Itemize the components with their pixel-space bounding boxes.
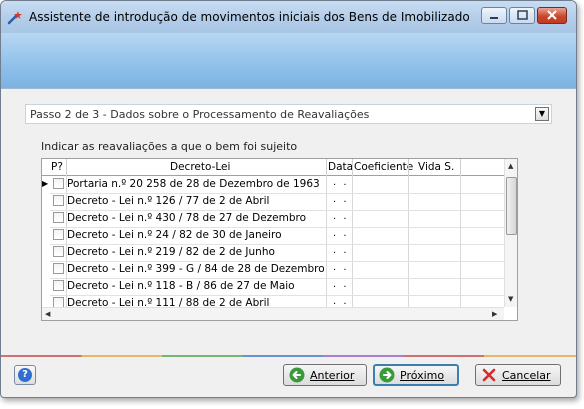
row-date[interactable]: . .	[333, 296, 349, 307]
wizard-window: Assistente de introdução de movimentos i…	[0, 0, 577, 398]
row-checkbox[interactable]	[53, 195, 64, 206]
row-date[interactable]: . .	[333, 211, 349, 222]
dropdown-arrow-icon[interactable]: ▼	[535, 107, 549, 121]
row-date[interactable]: . .	[333, 194, 349, 205]
window-title: Assistente de introdução de movimentos i…	[29, 10, 470, 24]
table-row[interactable]: Decreto - Lei n.º 126 / 77 de 2 de Abril…	[50, 193, 504, 211]
table-row[interactable]: Decreto - Lei n.º 118 - B / 86 de 27 de …	[50, 278, 504, 296]
horizontal-scrollbar[interactable]: ◀ ▶	[42, 307, 504, 320]
row-checkbox[interactable]	[53, 246, 64, 257]
close-icon	[547, 10, 557, 20]
row-checkbox[interactable]	[53, 263, 64, 274]
minimize-icon	[490, 17, 498, 19]
step-label: Passo 2 de 3 - Dados sobre o Processamen…	[30, 108, 370, 121]
reavaliacoes-grid[interactable]: P? Decreto-Lei Data Coeficiente Vida S. …	[41, 158, 518, 321]
table-row[interactable]: Decreto - Lei n.º 399 - G / 84 de 28 de …	[50, 261, 504, 279]
row-decreto-lei: Decreto - Lei n.º 219 / 82 de 2 de Junho	[67, 246, 275, 258]
scroll-right-icon[interactable]: ▶	[492, 310, 497, 318]
table-row[interactable]: Portaria n.º 20 258 de 28 de Dezembro de…	[50, 176, 504, 194]
maximize-icon	[517, 10, 528, 20]
step-dropdown[interactable]: Passo 2 de 3 - Dados sobre o Processamen…	[25, 104, 552, 124]
row-decreto-lei: Decreto - Lei n.º 430 / 78 de 27 de Deze…	[67, 212, 307, 224]
row-date[interactable]: . .	[333, 228, 349, 239]
arrow-right-icon	[379, 367, 395, 383]
row-decreto-lei: Decreto - Lei n.º 399 - G / 84 de 28 de …	[67, 263, 325, 275]
vertical-scrollbar[interactable]: ▲ ▼	[504, 159, 517, 307]
column-header-vida-s[interactable]: Vida S.	[418, 161, 454, 173]
row-checkbox[interactable]	[53, 212, 64, 223]
cancel-button[interactable]: Cancelar	[475, 364, 561, 386]
grid-header: P? Decreto-Lei Data Coeficiente Vida S.	[42, 159, 517, 176]
cancel-x-icon	[482, 368, 496, 382]
scroll-down-icon[interactable]: ▼	[508, 295, 513, 303]
current-row-indicator-icon: ▶	[42, 179, 49, 188]
table-row[interactable]: Decreto - Lei n.º 430 / 78 de 27 de Deze…	[50, 210, 504, 228]
row-checkbox[interactable]	[53, 229, 64, 240]
previous-button[interactable]: Anterior	[283, 364, 367, 386]
row-decreto-lei: Portaria n.º 20 258 de 28 de Dezembro de…	[67, 178, 320, 190]
instruction-text: Indicar as reavaliações a que o bem foi …	[41, 140, 298, 153]
header-banner	[1, 33, 576, 89]
help-icon: ?	[18, 368, 32, 382]
wizard-wand-icon	[7, 11, 22, 25]
row-date[interactable]: . .	[333, 177, 349, 188]
next-button[interactable]: Próximo	[373, 364, 459, 386]
arrow-left-icon	[289, 367, 305, 383]
footer-divider	[1, 355, 576, 357]
table-row[interactable]: Decreto - Lei n.º 24 / 82 de 30 de Janei…	[50, 227, 504, 245]
table-row[interactable]: Decreto - Lei n.º 219 / 82 de 2 de Junho…	[50, 244, 504, 262]
column-header-data[interactable]: Data	[328, 161, 353, 173]
next-button-label: Próximo	[400, 369, 445, 382]
row-checkbox[interactable]	[53, 178, 64, 189]
previous-button-label: Anterior	[310, 369, 355, 382]
column-header-decreto-lei[interactable]: Decreto-Lei	[170, 161, 230, 173]
help-button[interactable]: ?	[14, 365, 36, 385]
title-bar[interactable]: Assistente de introdução de movimentos i…	[1, 1, 576, 33]
maximize-button[interactable]	[509, 7, 535, 24]
row-decreto-lei: Decreto - Lei n.º 126 / 77 de 2 de Abril	[67, 195, 270, 207]
row-date[interactable]: . .	[333, 245, 349, 256]
row-checkbox[interactable]	[53, 280, 64, 291]
close-window-button[interactable]	[537, 7, 567, 24]
scroll-up-icon[interactable]: ▲	[508, 162, 513, 170]
minimize-button[interactable]	[481, 7, 507, 24]
scroll-left-icon[interactable]: ◀	[45, 310, 50, 318]
column-header-p[interactable]: P?	[51, 161, 63, 173]
row-decreto-lei: Decreto - Lei n.º 118 - B / 86 de 27 de …	[67, 280, 295, 292]
column-header-coeficiente[interactable]: Coeficiente	[354, 161, 413, 173]
vertical-scroll-thumb[interactable]	[506, 177, 517, 235]
cancel-button-label: Cancelar	[502, 369, 551, 382]
row-decreto-lei: Decreto - Lei n.º 24 / 82 de 30 de Janei…	[67, 229, 282, 241]
row-date[interactable]: . .	[333, 262, 349, 273]
row-date[interactable]: . .	[333, 279, 349, 290]
